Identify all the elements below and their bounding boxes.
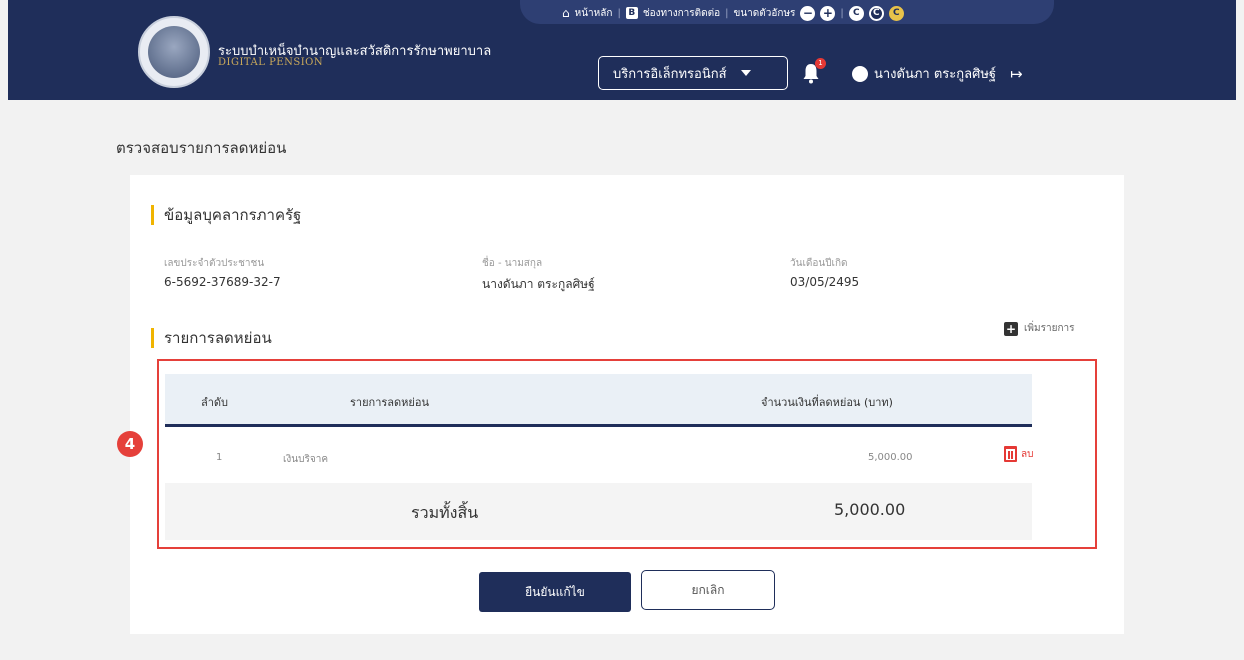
chevron-down-icon [740, 70, 751, 76]
page-title: ตรวจสอบรายการลดหย่อน [116, 139, 287, 157]
birthdate-label: วันเดือนปีเกิด [790, 258, 848, 269]
font-size-label: ขนาดตัวอักษร [733, 7, 796, 19]
row-item: เงินบริจาค [283, 454, 329, 465]
row-no: 1 [216, 452, 223, 463]
divider: | [840, 7, 844, 19]
font-decrease-button[interactable]: − [800, 5, 816, 21]
service-dropdown-label: บริการอิเล็กทรอนิกส์ [613, 66, 727, 82]
user-avatar-icon [852, 65, 868, 82]
confirm-edit-button[interactable]: ยืนยันแก้ไข [479, 572, 631, 612]
citizen-id-label: เลขประจำตัวประชาชน [164, 258, 265, 269]
birthdate-value: 03/05/2495 [790, 275, 860, 289]
citizen-id-value: 6-5692-37689-32-7 [164, 275, 281, 289]
person-section-title: ข้อมูลบุคลากรภาครัฐ [151, 205, 301, 225]
fullname-label: ชื่อ - นามสกุล [482, 258, 543, 269]
contrast-dark-button[interactable]: C [868, 5, 884, 21]
font-increase-button[interactable]: + [820, 5, 836, 21]
document-icon[interactable]: B [625, 7, 638, 19]
column-header-no: ลำดับ [201, 396, 229, 409]
row-amount: 5,000.00 [868, 452, 913, 463]
deduction-section-title: รายการลดหย่อน [151, 328, 272, 348]
total-label: รวมทั้งสิ้น [411, 503, 479, 522]
seal-emblem [148, 26, 200, 78]
cancel-button[interactable]: ยกเลิก [641, 570, 775, 610]
column-header-amount: จำนวนเงินที่ลดหย่อน (บาท) [761, 396, 893, 409]
column-header-item: รายการลดหย่อน [350, 396, 429, 409]
add-item-button[interactable]: + เพิ่มรายการ [1004, 321, 1075, 336]
notification-badge: 1 [815, 58, 826, 69]
logout-icon[interactable]: ↦ [1010, 65, 1023, 83]
total-value: 5,000.00 [834, 500, 906, 519]
table-row: 1 เงินบริจาค 5,000.00 ลบ [165, 436, 1033, 480]
government-seal-logo [138, 16, 210, 88]
contrast-normal-button[interactable]: C [848, 5, 864, 21]
home-icon[interactable]: ⌂ [562, 6, 570, 20]
plus-icon: + [1004, 321, 1018, 336]
delete-label: ลบ [1021, 448, 1034, 460]
home-link[interactable]: หน้าหลัก [575, 6, 613, 21]
add-item-label: เพิ่มรายการ [1024, 323, 1075, 334]
user-menu[interactable]: นางดันภา ตระกูลศิษฐ์ ↦ [852, 63, 1023, 84]
system-subtitle: DIGITAL PENSION [218, 57, 324, 68]
user-name: นางดันภา ตระกูลศิษฐ์ [874, 67, 997, 82]
step-number-badge: 4 [117, 431, 143, 457]
fullname-value: นางดันภา ตระกูลศิษฐ์ [482, 277, 595, 291]
trash-icon [1004, 446, 1017, 462]
divider: | [725, 7, 729, 19]
top-links: ⌂ หน้าหลัก | B ช่องทางการติดต่อ | ขนาดตั… [562, 4, 904, 22]
table-header: ลำดับ รายการลดหย่อน จำนวนเงินที่ลดหย่อน … [165, 374, 1032, 427]
contrast-yellow-button[interactable]: C [888, 5, 904, 21]
contact-link[interactable]: ช่องทางการติดต่อ [643, 6, 720, 21]
service-dropdown[interactable]: บริการอิเล็กทรอนิกส์ [598, 56, 788, 90]
divider: | [617, 7, 621, 19]
delete-button[interactable]: ลบ [1004, 446, 1033, 462]
total-row: รวมทั้งสิ้น 5,000.00 [165, 483, 1032, 540]
